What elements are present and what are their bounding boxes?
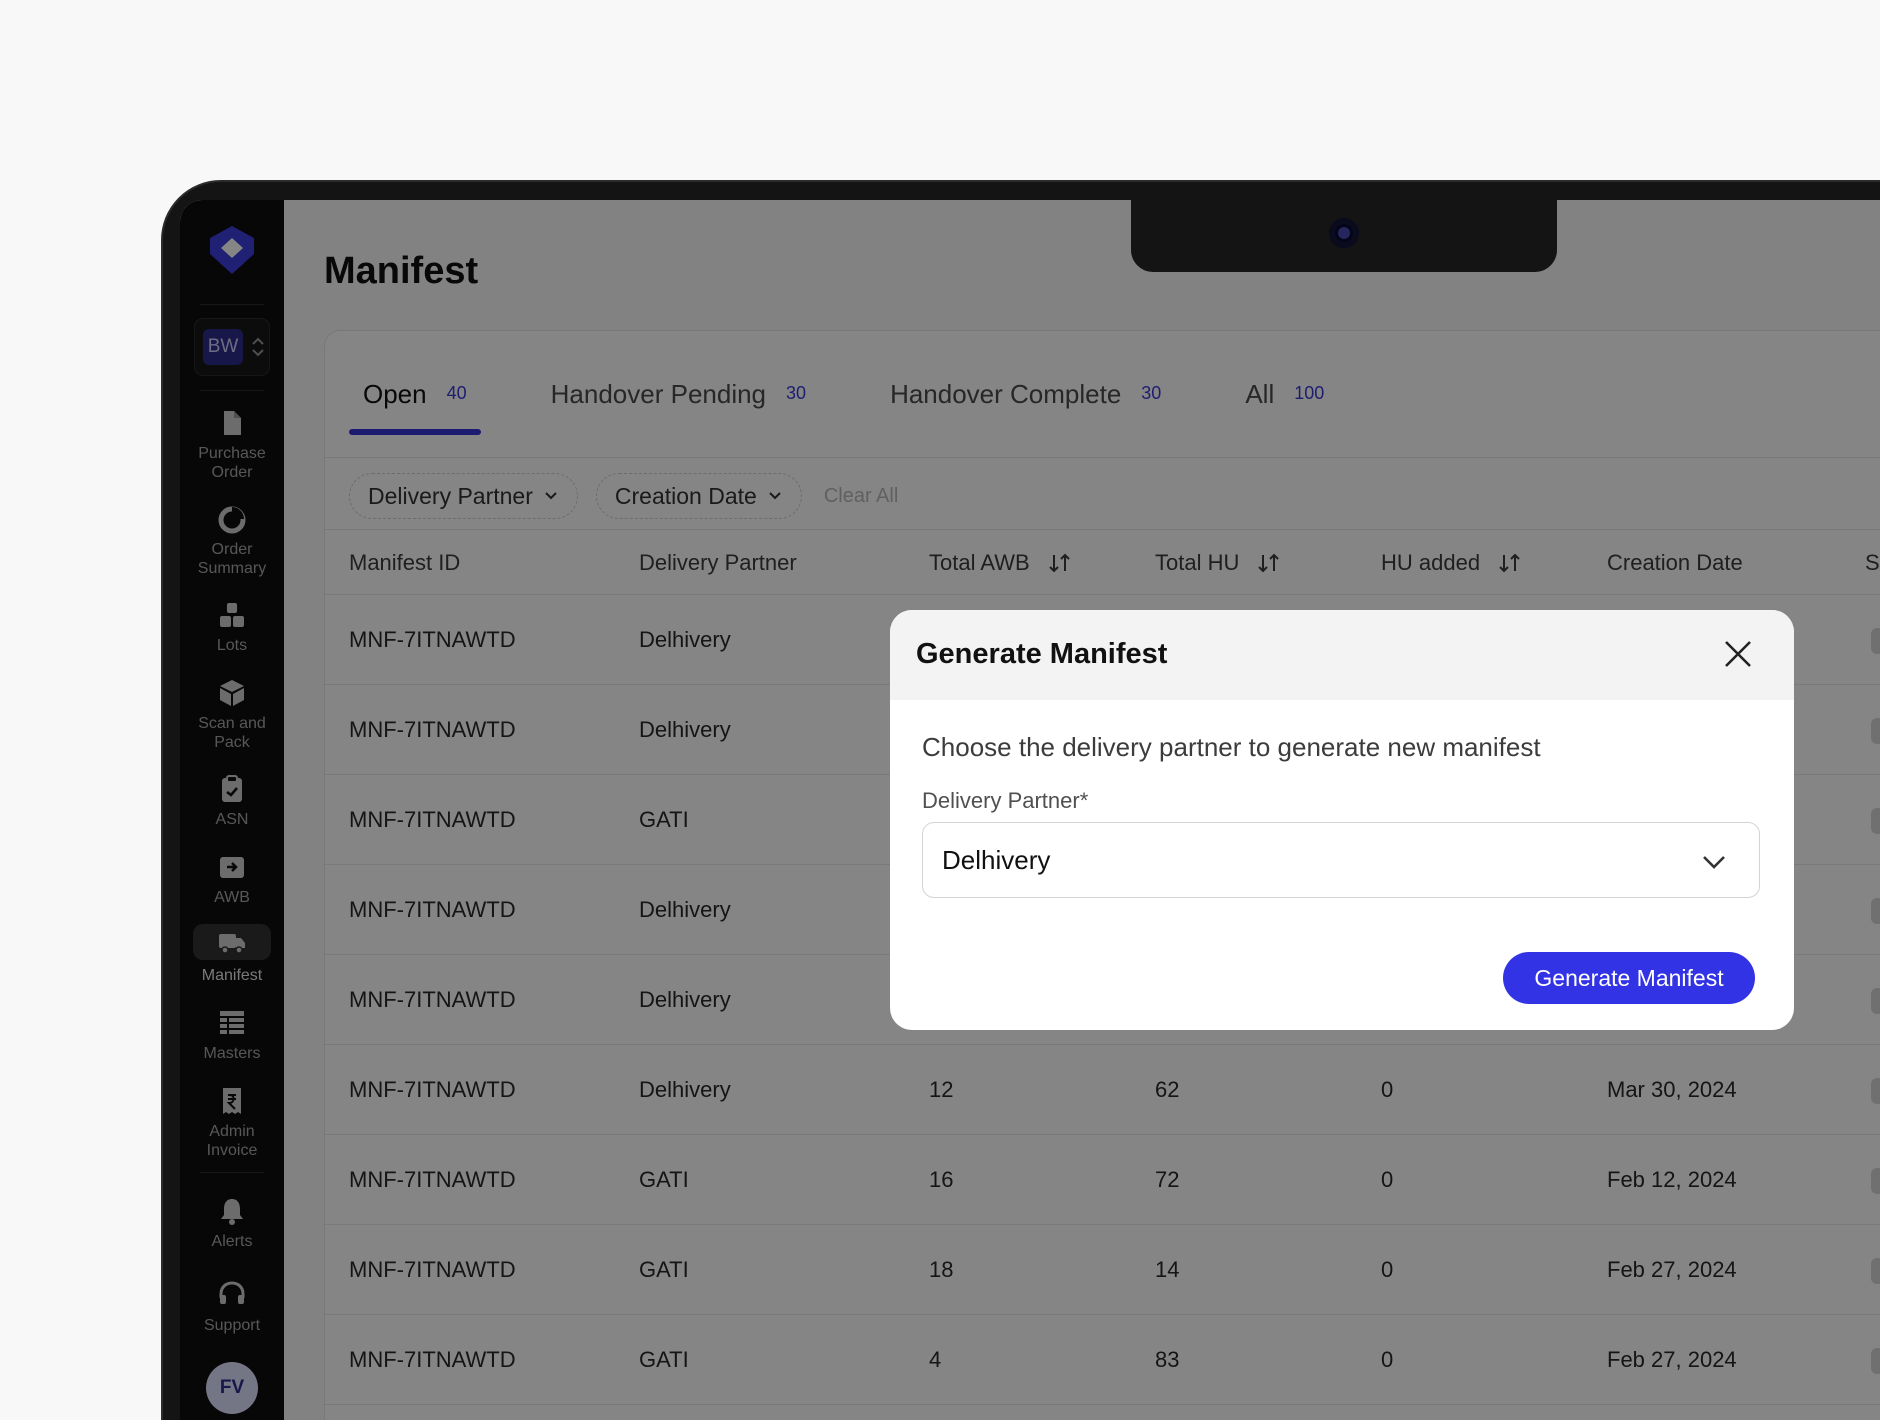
delivery-partner-select[interactable]: Delhivery [922,822,1760,898]
dialog-title: Generate Manifest [916,638,1168,670]
camera-notch [1131,200,1557,272]
generate-manifest-button[interactable]: Generate Manifest [1503,952,1755,1004]
dialog-description: Choose the delivery partner to generate … [922,732,1541,762]
app-screen: BW Purchase Order Order Summary Lots Sca… [180,200,1880,1420]
camera-icon [1329,218,1359,248]
selected-partner: Delhivery [942,845,1051,875]
generate-manifest-dialog: Generate Manifest Choose the delivery pa… [890,610,1794,1030]
chevron-down-icon [1703,856,1725,869]
dialog-header: Generate Manifest [890,610,1794,700]
delivery-partner-label: Delivery Partner* [922,788,1089,813]
close-icon[interactable] [1720,636,1756,672]
